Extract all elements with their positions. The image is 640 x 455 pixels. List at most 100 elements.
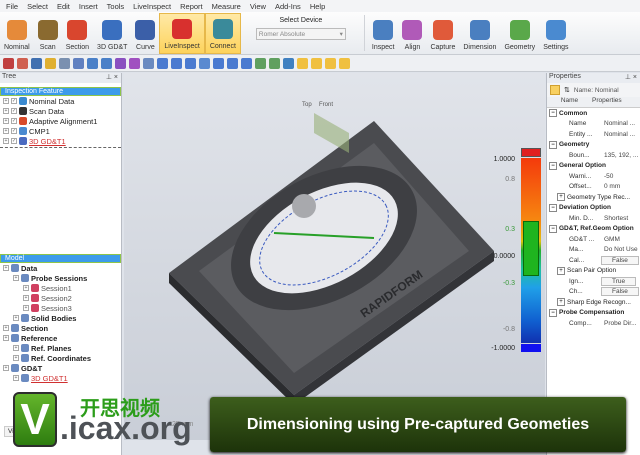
toolbar-tool-icon[interactable] [269, 57, 280, 69]
toolbar-tool-icon[interactable] [115, 57, 126, 69]
collapse-icon[interactable]: − [549, 224, 557, 233]
model-item[interactable]: +3D GD&T1 [3, 373, 121, 383]
toolbar-tool-icon[interactable] [31, 57, 42, 69]
ribbon-capture-button[interactable]: Capture [426, 13, 459, 54]
property-value[interactable]: Nominal ... [601, 120, 635, 127]
menu-measure[interactable]: Measure [212, 2, 241, 11]
ribbon-dimension-button[interactable]: Dimension [459, 13, 500, 54]
expand-icon[interactable]: + [13, 315, 19, 321]
property-value[interactable]: Do Not Use [601, 246, 638, 253]
expand-icon[interactable]: + [557, 193, 565, 202]
toolbar-tool-icon[interactable] [171, 57, 182, 69]
toolbar-tool-icon[interactable] [283, 57, 294, 69]
expand-icon[interactable]: + [557, 298, 565, 307]
expand-icon[interactable]: + [23, 305, 29, 311]
menu-help[interactable]: Help [310, 2, 325, 11]
expand-icon[interactable]: + [13, 275, 19, 281]
ribbon-curve-button[interactable]: Curve [131, 13, 159, 54]
tree-item[interactable]: + ✓ Scan Data [3, 106, 121, 116]
property-category[interactable]: − Deviation Option [547, 203, 640, 214]
property-value[interactable]: -50 [601, 173, 613, 180]
model-item[interactable]: + Data [3, 263, 121, 273]
ribbon-settings-button[interactable]: Settings [539, 13, 572, 54]
property-value[interactable]: 0 mm [601, 183, 620, 190]
property-value[interactable]: False [601, 255, 639, 265]
checkbox[interactable]: ✓ [11, 98, 17, 104]
menu-view[interactable]: View [250, 2, 266, 11]
menu-edit[interactable]: Edit [57, 2, 70, 11]
property-row[interactable]: Comp... Probe Dir... [547, 318, 640, 329]
ribbon-scan-button[interactable]: Scan [34, 13, 62, 54]
property-row[interactable]: GD&T ... GMM [547, 234, 640, 245]
toolbar-tool-icon[interactable] [87, 57, 98, 69]
property-row[interactable]: Min. D... Shortest [547, 213, 640, 224]
toolbar-tool-icon[interactable] [339, 57, 350, 69]
property-value[interactable]: GMM [601, 236, 620, 243]
property-category[interactable]: − Common [547, 108, 640, 119]
property-category[interactable]: − General Option [547, 161, 640, 172]
property-value[interactable]: Probe Dir... [601, 320, 637, 327]
checkbox[interactable]: ✓ [11, 128, 17, 134]
property-row[interactable]: Name Nominal ... [547, 119, 640, 130]
expand-icon[interactable]: + [13, 375, 19, 381]
ribbon-liveinspect-button[interactable]: LiveInspect [159, 13, 205, 54]
property-value[interactable]: True [601, 276, 637, 286]
property-row[interactable]: Entity ... Nominal ... [547, 129, 640, 140]
property-value[interactable]: Nominal ... [601, 131, 635, 138]
property-value[interactable]: Shortest [601, 215, 628, 222]
tree-item[interactable]: + ✓ Nominal Data [3, 96, 121, 106]
collapse-icon[interactable]: − [549, 308, 557, 317]
expand-icon[interactable]: + [3, 108, 9, 114]
checkbox[interactable]: ✓ [11, 138, 17, 144]
checkbox[interactable]: ✓ [11, 108, 17, 114]
device-dropdown[interactable]: Romer Absolute ▾ [255, 28, 346, 40]
3d-viewport[interactable]: Top Front RAPIDFORM 25 mm 1.0000 0.8 0.3 0.… [124, 73, 545, 440]
expand-icon[interactable]: + [3, 265, 9, 271]
model-item[interactable]: + Session1 [3, 283, 121, 293]
expand-icon[interactable]: + [13, 355, 19, 361]
toolbar-tool-icon[interactable] [199, 57, 210, 69]
ribbon-3dgdt-button[interactable]: 3D GD&T [93, 13, 131, 54]
pin-close-icon[interactable]: ⊥ × [106, 73, 118, 83]
toolbar-tool-icon[interactable] [325, 57, 336, 69]
property-row[interactable]: + Scan Pair Option [547, 266, 640, 277]
collapse-icon[interactable]: − [549, 203, 557, 212]
categorized-icon[interactable] [550, 85, 560, 95]
expand-icon[interactable]: + [3, 118, 9, 124]
toolbar-tool-icon[interactable] [59, 57, 70, 69]
toolbar-tool-icon[interactable] [3, 57, 14, 69]
collapse-icon[interactable]: − [549, 109, 557, 118]
collapse-icon[interactable]: − [549, 140, 557, 149]
toolbar-tool-icon[interactable] [101, 57, 112, 69]
menu-file[interactable]: File [6, 2, 18, 11]
expand-icon[interactable]: + [3, 365, 9, 371]
expand-icon[interactable]: + [3, 325, 9, 331]
property-row[interactable]: Offset... 0 mm [547, 182, 640, 193]
expand-icon[interactable]: + [3, 335, 9, 341]
menu-add-ins[interactable]: Add-Ins [275, 2, 301, 11]
toolbar-tool-icon[interactable] [17, 57, 28, 69]
toolbar-tool-icon[interactable] [213, 57, 224, 69]
property-row[interactable]: + Geometry Type Rec... [547, 192, 640, 203]
toolbar-tool-icon[interactable] [255, 57, 266, 69]
model-item[interactable]: + Ref. Planes [3, 343, 121, 353]
model-item[interactable]: + GD&T [3, 363, 121, 373]
toolbar-tool-icon[interactable] [185, 57, 196, 69]
model-header[interactable]: Model [0, 254, 121, 263]
model-item[interactable]: + Section [3, 323, 121, 333]
expand-icon[interactable]: + [3, 138, 9, 144]
ribbon-geometry-button[interactable]: Geometry [500, 13, 539, 54]
cad-model[interactable]: Top Front RAPIDFORM 25 mm [124, 73, 545, 440]
property-row[interactable]: Warni... -50 [547, 171, 640, 182]
model-item[interactable]: + Ref. Coordinates [3, 353, 121, 363]
ribbon-align-button[interactable]: Align [398, 13, 426, 54]
ribbon-nominal-button[interactable]: Nominal [0, 13, 34, 54]
property-row[interactable]: Ch... False [547, 287, 640, 298]
collapse-icon[interactable]: − [549, 161, 557, 170]
property-value[interactable]: 135, 192, ... [601, 152, 638, 159]
tree-item[interactable]: + ✓ Adaptive Alignment1 [3, 116, 121, 126]
model-item[interactable]: + Session3 [3, 303, 121, 313]
tree-item[interactable]: + ✓ CMP1 [3, 126, 121, 136]
menu-tools[interactable]: Tools [107, 2, 125, 11]
model-item[interactable]: + Probe Sessions [3, 273, 121, 283]
